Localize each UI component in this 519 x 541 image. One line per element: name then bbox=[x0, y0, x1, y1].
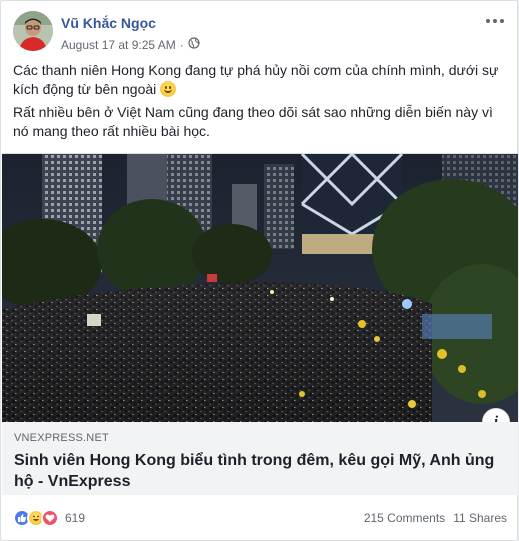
post-meta: August 17 at 9:25 AM · bbox=[61, 37, 200, 52]
more-dot-icon bbox=[493, 19, 497, 23]
link-preview[interactable]: i VNEXPRESS.NET Sinh viên Hong Kong biểu… bbox=[2, 153, 518, 495]
post-paragraph-text: Các thanh niên Hong Kong đang tự phá hủy… bbox=[13, 62, 499, 97]
post-timestamp[interactable]: August 17 at 9:25 AM bbox=[61, 38, 176, 52]
more-options-button[interactable] bbox=[483, 13, 507, 29]
engagement-counts: 215 Comments 11 Shares bbox=[364, 511, 507, 525]
shares-count[interactable]: 11 Shares bbox=[453, 511, 507, 525]
post-card: Vũ Khắc Ngọc August 17 at 9:25 AM · Các … bbox=[0, 0, 518, 541]
post-paragraph: Rất nhiều bên ở Việt Nam cũng đang theo … bbox=[13, 104, 493, 139]
post-footer: 619 215 Comments 11 Shares bbox=[13, 507, 507, 531]
post-paragraph: Các thanh niên Hong Kong đang tự phá hủy… bbox=[13, 61, 507, 99]
link-preview-image[interactable] bbox=[2, 154, 518, 422]
more-dot-icon bbox=[500, 19, 504, 23]
meta-separator: · bbox=[179, 37, 184, 52]
globe-icon[interactable] bbox=[188, 37, 200, 52]
reaction-count[interactable]: 619 bbox=[65, 511, 85, 525]
link-domain: VNEXPRESS.NET bbox=[14, 432, 109, 444]
post-body: Các thanh niên Hong Kong đang tự phá hủy… bbox=[13, 61, 507, 145]
author-name[interactable]: Vũ Khắc Ngọc bbox=[61, 15, 156, 31]
avatar[interactable] bbox=[13, 11, 53, 51]
reactions-summary[interactable]: 619 bbox=[13, 509, 85, 527]
grinning-face-emoji-icon bbox=[160, 81, 177, 97]
link-meta: VNEXPRESS.NET Sinh viên Hong Kong biểu t… bbox=[2, 422, 518, 495]
post-header: Vũ Khắc Ngọc August 17 at 9:25 AM · bbox=[13, 11, 507, 55]
link-title[interactable]: Sinh viên Hong Kong biểu tình trong đêm,… bbox=[14, 450, 506, 492]
love-icon bbox=[41, 509, 59, 527]
more-dot-icon bbox=[486, 19, 490, 23]
comments-count[interactable]: 215 Comments bbox=[364, 511, 445, 525]
